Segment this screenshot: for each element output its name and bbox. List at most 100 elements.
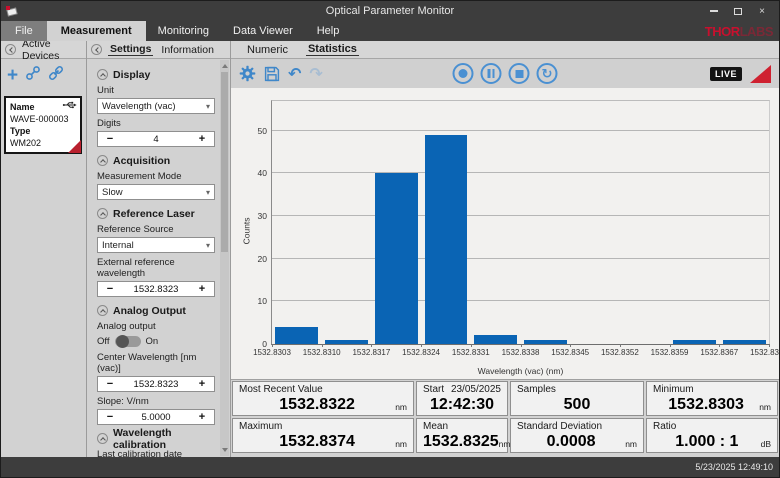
x-tick-label: 1532.8359 bbox=[651, 348, 689, 357]
record-button[interactable] bbox=[453, 63, 474, 84]
tab-settings[interactable]: Settings bbox=[108, 43, 153, 56]
settings-gear-icon[interactable] bbox=[239, 65, 256, 82]
link-device-icon[interactable] bbox=[48, 65, 64, 86]
main-panel: Numeric Statistics bbox=[231, 41, 779, 457]
scroll-down-icon[interactable] bbox=[222, 448, 228, 452]
menu-help[interactable]: Help bbox=[305, 21, 352, 41]
plus-button[interactable]: + bbox=[190, 133, 214, 145]
gridline bbox=[272, 258, 769, 259]
histogram-bar bbox=[325, 340, 368, 344]
unit-dropdown[interactable]: Wavelength (vac) ▾ bbox=[97, 98, 215, 114]
minus-button[interactable]: − bbox=[98, 133, 122, 145]
tab-numeric[interactable]: Numeric bbox=[245, 44, 290, 56]
live-badge: LIVE bbox=[710, 67, 742, 81]
collapse-settings-icon[interactable] bbox=[91, 44, 102, 55]
undo-icon[interactable]: ↶ bbox=[288, 64, 301, 84]
plus-button[interactable]: + bbox=[190, 378, 214, 390]
stat-minimum: Minimum 1532.8303nm bbox=[646, 381, 778, 416]
x-tick-label: 1532.8324 bbox=[402, 348, 440, 357]
reference-source-label: Reference Source bbox=[97, 224, 216, 235]
app-window: Optical Parameter Monitor × File Measure… bbox=[0, 0, 780, 478]
minus-button[interactable]: − bbox=[98, 378, 122, 390]
stop-button[interactable] bbox=[509, 63, 530, 84]
histogram-bar bbox=[673, 340, 716, 344]
gridline bbox=[272, 300, 769, 301]
stat-samples: Samples 500 bbox=[510, 381, 644, 416]
collapse-section-icon[interactable] bbox=[97, 305, 108, 316]
minus-button[interactable]: − bbox=[98, 411, 122, 423]
center-wavelength-stepper[interactable]: − 1532.8323 + bbox=[97, 376, 215, 392]
collapse-devices-icon[interactable] bbox=[5, 44, 16, 55]
histogram-bar bbox=[425, 135, 468, 344]
scrollbar-thumb[interactable] bbox=[221, 72, 228, 252]
plus-button[interactable]: + bbox=[190, 283, 214, 295]
slope-stepper[interactable]: − 5.0000 + bbox=[97, 409, 215, 425]
settings-panel: Settings Information Display Unit Wavele… bbox=[87, 41, 231, 457]
y-tick-label: 10 bbox=[258, 296, 267, 306]
devices-panel-title: Active Devices bbox=[22, 38, 82, 62]
measurement-mode-dropdown[interactable]: Slow ▾ bbox=[97, 184, 215, 200]
status-bar: 5/23/2025 12:49:10 bbox=[1, 457, 779, 477]
add-device-button[interactable]: + bbox=[7, 69, 18, 83]
device-status-corner bbox=[68, 140, 81, 153]
menu-file[interactable]: File bbox=[1, 21, 47, 41]
section-reference-laser[interactable]: Reference Laser bbox=[97, 207, 216, 220]
minus-button[interactable]: − bbox=[98, 283, 122, 295]
chevron-down-icon: ▾ bbox=[206, 102, 210, 111]
section-display[interactable]: Display bbox=[97, 68, 216, 81]
x-tick-label: 1532.8331 bbox=[452, 348, 490, 357]
toggle-off-label: Off bbox=[97, 336, 110, 347]
tab-information[interactable]: Information bbox=[159, 44, 216, 56]
device-type: WM202 bbox=[10, 137, 76, 149]
external-reference-stepper[interactable]: − 1532.8323 + bbox=[97, 281, 215, 297]
usb-icon bbox=[62, 100, 77, 113]
x-tick-label: 1532.8345 bbox=[551, 348, 589, 357]
reference-source-dropdown[interactable]: Internal ▾ bbox=[97, 237, 215, 253]
close-button[interactable]: × bbox=[753, 4, 771, 18]
x-tick-mark bbox=[471, 344, 472, 347]
device-type-label: Type bbox=[10, 125, 76, 137]
tab-statistics[interactable]: Statistics bbox=[306, 43, 359, 56]
y-tick-label: 40 bbox=[258, 168, 267, 178]
pause-button[interactable] bbox=[481, 63, 502, 84]
plus-button[interactable]: + bbox=[190, 411, 214, 423]
x-tick-label: 1532.8374 bbox=[750, 348, 780, 357]
stat-start: Start23/05/2025 12:42:30 bbox=[416, 381, 508, 416]
x-tick-label: 1532.8352 bbox=[601, 348, 639, 357]
minimize-button[interactable] bbox=[705, 4, 723, 18]
section-analog-output[interactable]: Analog Output bbox=[97, 304, 216, 317]
menu-measurement[interactable]: Measurement bbox=[47, 21, 146, 41]
section-wavelength-calibration[interactable]: Wavelength calibration bbox=[97, 432, 216, 445]
menu-bar: File Measurement Monitoring Data Viewer … bbox=[1, 21, 779, 41]
redo-icon[interactable]: ↷ bbox=[309, 64, 322, 84]
collapse-section-icon[interactable] bbox=[97, 155, 108, 166]
chevron-down-icon: ▾ bbox=[206, 188, 210, 197]
collapse-section-icon[interactable] bbox=[97, 208, 108, 219]
connect-device-icon[interactable] bbox=[25, 65, 41, 86]
x-tick-mark bbox=[421, 344, 422, 347]
save-icon[interactable] bbox=[264, 66, 280, 82]
device-name: WAVE-000003 bbox=[10, 113, 76, 125]
x-tick-mark bbox=[371, 344, 372, 347]
scroll-up-icon[interactable] bbox=[222, 64, 228, 68]
thorlabs-logo: THORLABS bbox=[705, 21, 773, 41]
x-tick-label: 1532.8338 bbox=[502, 348, 540, 357]
x-tick-label: 1532.8317 bbox=[352, 348, 390, 357]
x-tick-label: 1532.8367 bbox=[700, 348, 738, 357]
x-tick-mark bbox=[620, 344, 621, 347]
collapse-section-icon[interactable] bbox=[97, 69, 108, 80]
y-axis-title: Counts bbox=[241, 217, 251, 244]
maximize-button[interactable] bbox=[729, 4, 747, 18]
x-tick-mark bbox=[272, 344, 273, 347]
device-card[interactable]: Name WAVE-000003 Type WM202 bbox=[4, 96, 82, 154]
analog-output-toggle[interactable] bbox=[115, 336, 141, 347]
collapse-section-icon[interactable] bbox=[97, 433, 108, 444]
menu-monitoring[interactable]: Monitoring bbox=[146, 21, 221, 41]
repeat-button[interactable]: ↻ bbox=[537, 63, 558, 84]
section-acquisition[interactable]: Acquisition bbox=[97, 154, 216, 167]
menu-data-viewer[interactable]: Data Viewer bbox=[221, 21, 305, 41]
active-devices-panel: Active Devices + bbox=[1, 41, 87, 457]
settings-scrollbar[interactable] bbox=[220, 60, 229, 456]
digits-stepper[interactable]: − 4 + bbox=[97, 131, 215, 147]
histogram-bar bbox=[723, 340, 766, 344]
